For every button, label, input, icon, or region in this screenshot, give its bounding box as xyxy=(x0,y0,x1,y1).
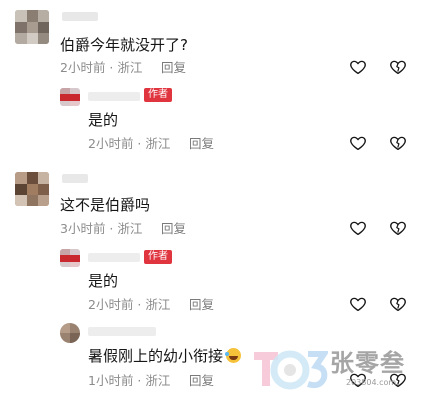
username-blurred[interactable] xyxy=(88,327,156,336)
avatar-pixel xyxy=(38,184,49,195)
avatar-pixel xyxy=(27,195,38,206)
avatar-pixel xyxy=(60,323,70,333)
watermark-url: 203804.com xyxy=(346,378,397,387)
avatar-pixel xyxy=(27,184,38,195)
reply-button[interactable]: 回复 xyxy=(161,61,186,75)
dislike-icon[interactable] xyxy=(389,219,407,237)
avatar[interactable] xyxy=(60,323,80,343)
avatar[interactable] xyxy=(15,172,49,206)
reply-button[interactable]: 回复 xyxy=(189,374,214,388)
dislike-icon[interactable] xyxy=(389,295,407,313)
reply-button[interactable]: 回复 xyxy=(189,298,214,312)
like-icon[interactable] xyxy=(349,58,367,76)
author-badge: 作者 xyxy=(144,88,172,102)
avatar-pixel xyxy=(38,172,49,184)
reply-button[interactable]: 回复 xyxy=(189,137,214,151)
avatar-pixel xyxy=(38,33,49,44)
like-icon[interactable] xyxy=(349,134,367,152)
reply-text-content: 暑假刚上的幼小衔接 xyxy=(88,347,224,365)
reply-text: 是的 xyxy=(88,272,119,290)
avatar-pixel xyxy=(27,22,38,33)
comment-time: 2小时前 · 浙江 xyxy=(60,60,143,75)
username-blurred[interactable] xyxy=(62,12,98,21)
reply-time: 2小时前 · 浙江 xyxy=(88,136,171,151)
avatar-pixel xyxy=(70,101,80,106)
avatar-pixel xyxy=(27,33,38,44)
avatar-pixel xyxy=(15,184,27,195)
avatar-pixel xyxy=(70,333,80,343)
laughing-tears-emoji-icon xyxy=(225,348,242,363)
dislike-icon[interactable] xyxy=(389,58,407,76)
like-icon[interactable] xyxy=(349,295,367,313)
avatar-pixel xyxy=(60,94,80,101)
author-avatar[interactable] xyxy=(60,88,80,106)
avatar-pixel xyxy=(15,22,27,33)
watermark-brand: 张零叁 xyxy=(330,349,405,377)
author-avatar[interactable] xyxy=(60,249,80,267)
reply-text: 暑假刚上的幼小衔接 xyxy=(88,347,242,365)
like-icon[interactable] xyxy=(349,219,367,237)
avatar-pixel xyxy=(60,255,80,262)
reply-text: 是的 xyxy=(88,111,119,129)
avatar-pixel xyxy=(27,10,38,22)
username-blurred[interactable] xyxy=(62,174,88,183)
comment-text: 伯爵今年就没开了? xyxy=(60,36,188,54)
author-badge: 作者 xyxy=(144,250,172,264)
avatar-pixel xyxy=(38,195,49,206)
author-name-blurred[interactable] xyxy=(88,92,140,101)
avatar-pixel xyxy=(70,262,80,267)
avatar-pixel xyxy=(15,33,27,44)
author-name-blurred[interactable] xyxy=(88,253,140,262)
avatar-pixel xyxy=(15,195,27,206)
avatar-pixel xyxy=(27,172,38,184)
reply-time: 1小时前 · 浙江 xyxy=(88,373,171,388)
comment-text: 这不是伯爵吗 xyxy=(60,196,151,214)
comment-time: 3小时前 · 浙江 xyxy=(60,221,143,236)
reply-button[interactable]: 回复 xyxy=(161,222,186,236)
avatar-pixel xyxy=(15,10,27,22)
avatar-pixel xyxy=(38,10,49,22)
avatar[interactable] xyxy=(15,10,49,44)
watermark-logo xyxy=(252,348,330,392)
dislike-icon[interactable] xyxy=(389,134,407,152)
avatar-pixel xyxy=(15,172,27,184)
reply-time: 2小时前 · 浙江 xyxy=(88,297,171,312)
avatar-pixel xyxy=(38,22,49,33)
